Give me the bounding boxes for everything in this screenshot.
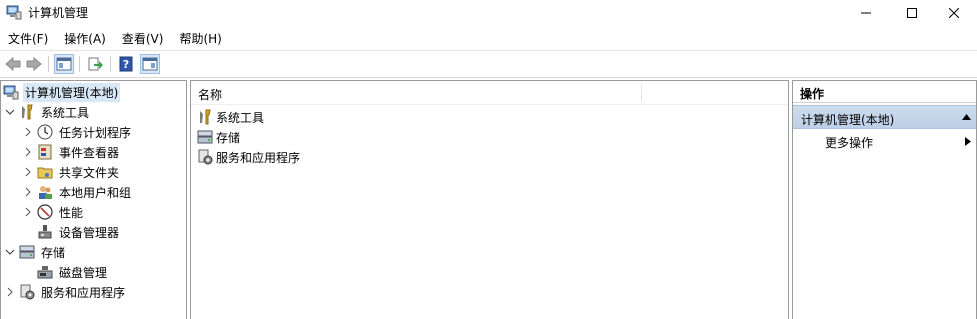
tools-icon — [197, 109, 213, 125]
chevron-right-icon[interactable] — [23, 127, 33, 137]
tree-item-root[interactable]: 计算机管理(本地) — [3, 82, 121, 102]
column-separator[interactable] — [641, 84, 642, 102]
tree-item-label: 本地用户和组 — [59, 185, 132, 200]
forward-button[interactable] — [24, 54, 44, 74]
chevron-right-icon[interactable] — [23, 167, 33, 177]
maximize-button[interactable] — [889, 0, 935, 25]
computer-management-icon — [6, 4, 22, 20]
tree-pane: 计算机管理(本地) 系统工具 任务计划程序 事件查看器 共享文件夹 本地用户和组… — [0, 80, 187, 319]
toolbar-separator — [79, 56, 80, 72]
chevron-right-icon[interactable] — [5, 287, 15, 297]
tree-item-services-apps[interactable]: 服务和应用程序 — [5, 282, 127, 302]
more-actions-link[interactable]: 更多操作 — [825, 134, 873, 151]
tree-item-label: 磁盘管理 — [59, 265, 108, 280]
help-button[interactable]: ? — [116, 54, 136, 74]
export-list-icon — [88, 57, 103, 71]
list-item-label: 服务和应用程序 — [216, 150, 301, 165]
actions-header: 操作 — [793, 81, 976, 103]
storage-icon — [197, 129, 213, 145]
storage-icon — [19, 244, 35, 260]
show-hide-tree-button[interactable] — [54, 54, 74, 74]
toolbar-separator — [110, 56, 111, 72]
tree-item-disk-management[interactable]: 磁盘管理 — [37, 262, 109, 282]
chevron-right-icon[interactable] — [23, 147, 33, 157]
show-hide-action-pane-button[interactable] — [140, 54, 160, 74]
list-item[interactable]: 系统工具 — [197, 107, 264, 127]
toolbar: ? — [0, 50, 977, 78]
minimize-button[interactable] — [843, 0, 889, 25]
tree-item-label: 事件查看器 — [59, 145, 120, 160]
help-icon: ? — [119, 56, 133, 72]
list-item-label: 系统工具 — [216, 110, 265, 125]
svg-text:?: ? — [123, 58, 129, 71]
chevron-right-icon[interactable] — [23, 207, 33, 217]
toolbar-separator — [48, 56, 49, 72]
tree-item-label: 设备管理器 — [59, 225, 120, 240]
minimize-icon — [861, 12, 871, 13]
shared-folder-icon — [37, 164, 53, 180]
tree-item-label: 性能 — [59, 205, 84, 220]
event-viewer-icon — [37, 144, 53, 160]
list-item-label: 存储 — [216, 130, 241, 145]
tree-item-label: 系统工具 — [41, 105, 90, 120]
content-pane: 名称 系统工具 存储 服务和应用程序 — [190, 80, 789, 319]
menu-view[interactable]: 查看(V) — [114, 28, 172, 48]
list-item[interactable]: 存储 — [197, 127, 240, 147]
disk-icon — [37, 264, 53, 280]
computer-management-icon — [3, 84, 19, 100]
services-icon — [19, 284, 35, 300]
close-button[interactable] — [931, 0, 977, 25]
tree-item-performance[interactable]: 性能 — [23, 202, 85, 222]
menu-bar: 文件(F) 操作(A) 查看(V) 帮助(H) — [0, 28, 230, 48]
menu-file[interactable]: 文件(F) — [0, 28, 56, 48]
actions-section-header[interactable]: 计算机管理(本地) — [793, 105, 976, 129]
chevron-down-icon[interactable] — [5, 247, 15, 257]
maximize-icon — [907, 7, 917, 18]
window-title: 计算机管理 — [28, 6, 89, 20]
performance-icon — [37, 204, 53, 220]
back-button[interactable] — [3, 54, 23, 74]
device-manager-icon — [37, 224, 53, 240]
menu-action[interactable]: 操作(A) — [56, 28, 114, 48]
services-icon — [197, 149, 213, 165]
tree-item-event-viewer[interactable]: 事件查看器 — [23, 142, 121, 162]
collapse-up-icon[interactable] — [962, 114, 971, 120]
column-header-name[interactable]: 名称 — [198, 86, 222, 103]
tools-icon — [19, 104, 35, 120]
back-arrow-icon — [5, 56, 21, 72]
users-icon — [37, 184, 53, 200]
clock-icon — [37, 124, 53, 140]
chevron-right-icon[interactable] — [23, 187, 33, 197]
submenu-arrow-icon — [965, 137, 971, 146]
show-hide-tree-icon — [56, 57, 72, 71]
menu-help[interactable]: 帮助(H) — [171, 28, 229, 48]
actions-section-label: 计算机管理(本地) — [801, 113, 895, 127]
chevron-down-icon[interactable] — [5, 107, 15, 117]
tree-item-shared-folders[interactable]: 共享文件夹 — [23, 162, 121, 182]
tree-item-label: 计算机管理(本地) — [23, 82, 121, 102]
list-item[interactable]: 服务和应用程序 — [197, 147, 300, 167]
tree-item-label: 任务计划程序 — [59, 125, 132, 140]
tree-item-device-manager[interactable]: 设备管理器 — [37, 222, 121, 242]
actions-pane: 操作 计算机管理(本地) 更多操作 — [792, 80, 977, 319]
tree-item-storage[interactable]: 存储 — [5, 242, 67, 262]
show-hide-action-pane-icon — [142, 57, 158, 71]
tree-item-label: 存储 — [41, 245, 66, 260]
tree-item-label: 共享文件夹 — [59, 165, 120, 180]
tree-item-task-scheduler[interactable]: 任务计划程序 — [23, 122, 133, 142]
column-header: 名称 — [191, 81, 788, 105]
tree-item-system-tools[interactable]: 系统工具 — [5, 102, 91, 122]
close-icon — [949, 7, 959, 18]
actions-header-label: 操作 — [800, 87, 825, 101]
export-list-button[interactable] — [85, 54, 105, 74]
forward-arrow-icon — [26, 56, 42, 72]
tree-item-local-users[interactable]: 本地用户和组 — [23, 182, 133, 202]
title-bar: 计算机管理 — [0, 0, 977, 25]
tree-item-label: 服务和应用程序 — [41, 285, 126, 300]
